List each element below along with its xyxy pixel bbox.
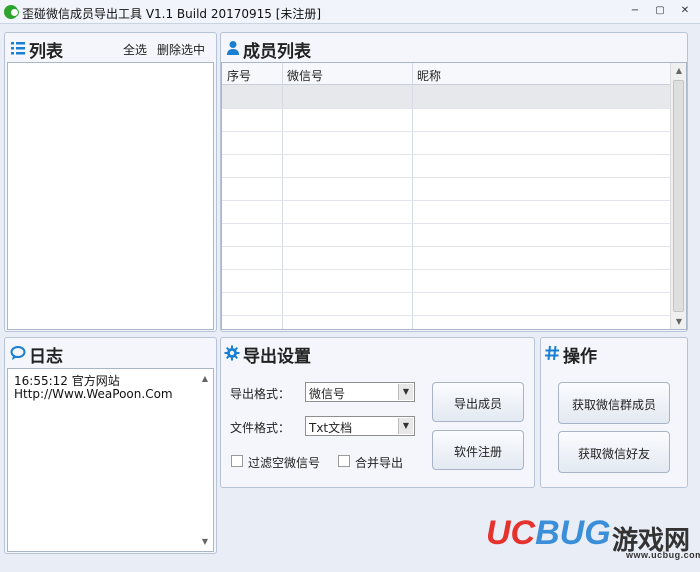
export-members-button-label: 导出成员 (453, 397, 502, 411)
group-list[interactable] (7, 62, 214, 330)
watermark-url: www.ucbug.com (626, 550, 700, 560)
delete-selected-link[interactable]: 删除选中 (157, 41, 205, 58)
select-all-link[interactable]: 全选 (123, 41, 147, 58)
ops-panel-title: 操作 (563, 347, 597, 367)
chevron-down-icon[interactable]: ▼ (398, 418, 413, 434)
file-format-select[interactable]: Txt文档 ▼ (305, 416, 415, 436)
file-format-value: Txt文档 (309, 421, 353, 435)
scroll-up-arrow[interactable]: ▲ (671, 63, 686, 79)
list-panel: 列表 全选 删除选中 (4, 32, 217, 332)
app-icon (4, 5, 19, 19)
get-group-members-button[interactable]: 获取微信群成员 (558, 382, 670, 424)
get-group-members-button-label: 获取微信群成员 (571, 398, 656, 412)
member-panel: 成员列表 序号 微信号 昵称 ▲ ▼ (220, 32, 688, 332)
table-row-selected[interactable] (222, 85, 670, 108)
member-panel-header: 成员列表 (221, 33, 687, 62)
scroll-thumb[interactable] (673, 80, 684, 312)
export-panel-header: 导出设置 (221, 338, 534, 367)
column-header-index[interactable]: 序号 (227, 67, 251, 84)
merge-export-checkbox[interactable] (338, 455, 350, 467)
register-button[interactable]: 软件注册 (432, 430, 524, 470)
log-panel-title: 日志 (29, 347, 63, 367)
row-divider (222, 177, 670, 178)
window-title: 歪碰微信成员导出工具 V1.1 Build 20170915 [未注册] (22, 7, 322, 21)
watermark-bug: BUG (535, 514, 611, 552)
member-table-scrollbar[interactable]: ▲ ▼ (670, 63, 686, 329)
title-bar: 歪碰微信成员导出工具 V1.1 Build 20170915 [未注册] − ▢… (0, 0, 700, 24)
column-divider (282, 63, 283, 329)
export-members-button[interactable]: 导出成员 (432, 382, 524, 422)
filter-empty-checkbox[interactable] (231, 455, 243, 467)
row-divider (222, 131, 670, 132)
column-header-wechat-id[interactable]: 微信号 (287, 67, 323, 84)
export-settings-panel: 导出设置 导出格式： 微信号 ▼ 文件格式： Txt文档 ▼ 过滤空微信号 合并… (220, 337, 535, 488)
export-panel-title: 导出设置 (243, 347, 311, 367)
chevron-down-icon[interactable]: ▼ (398, 384, 413, 400)
log-scroll-down-arrow[interactable]: ▼ (198, 534, 212, 550)
ops-panel-header: 操作 (541, 338, 687, 367)
log-panel: 日志 16:55:12 官方网站 Http://Www.WeaPoon.Com … (4, 337, 217, 554)
list-panel-title: 列表 (29, 42, 63, 62)
row-divider (222, 246, 670, 247)
register-button-label: 软件注册 (453, 445, 502, 459)
export-format-label: 导出格式： (230, 387, 291, 401)
row-divider (222, 292, 670, 293)
watermark-uc: UC (486, 514, 536, 552)
column-divider (412, 63, 413, 329)
get-friends-button[interactable]: 获取微信好友 (558, 431, 670, 473)
export-format-select[interactable]: 微信号 ▼ (305, 382, 415, 402)
column-header-nickname[interactable]: 昵称 (417, 67, 441, 84)
ucbug-watermark: UCBUG 游戏网 www.ucbug.com (486, 514, 700, 560)
member-table[interactable]: 序号 微信号 昵称 ▲ ▼ (221, 62, 687, 330)
scroll-down-arrow[interactable]: ▼ (671, 314, 686, 329)
row-divider (222, 269, 670, 270)
maximize-button[interactable]: ▢ (653, 5, 667, 18)
log-area[interactable]: 16:55:12 官方网站 Http://Www.WeaPoon.Com ▲ ▼ (7, 368, 214, 552)
export-format-value: 微信号 (309, 387, 346, 401)
gear-icon (224, 345, 240, 361)
hash-icon (545, 345, 559, 361)
minimize-button[interactable]: − (628, 5, 642, 18)
operations-panel: 操作 获取微信群成员 获取微信好友 (540, 337, 688, 488)
log-scroll-up-arrow[interactable]: ▲ (198, 371, 212, 387)
row-divider (222, 200, 670, 201)
member-panel-title: 成员列表 (243, 42, 311, 62)
log-panel-header: 日志 (5, 338, 216, 367)
row-divider (222, 108, 670, 109)
close-button[interactable]: ✕ (678, 5, 692, 18)
list-panel-header: 列表 全选 删除选中 (5, 33, 216, 62)
person-icon (227, 41, 239, 55)
filter-empty-label[interactable]: 过滤空微信号 (248, 454, 320, 471)
file-format-label: 文件格式： (230, 421, 291, 435)
row-divider (222, 154, 670, 155)
get-friends-button-label: 获取微信好友 (577, 447, 650, 461)
row-divider (222, 315, 670, 316)
chat-bubble-icon (10, 346, 26, 360)
row-divider (222, 223, 670, 224)
merge-export-label[interactable]: 合并导出 (355, 454, 403, 471)
list-icon (11, 42, 25, 55)
log-line-link[interactable]: Http://Www.WeaPoon.Com (14, 387, 173, 401)
member-table-header: 序号 微信号 昵称 (222, 63, 670, 85)
